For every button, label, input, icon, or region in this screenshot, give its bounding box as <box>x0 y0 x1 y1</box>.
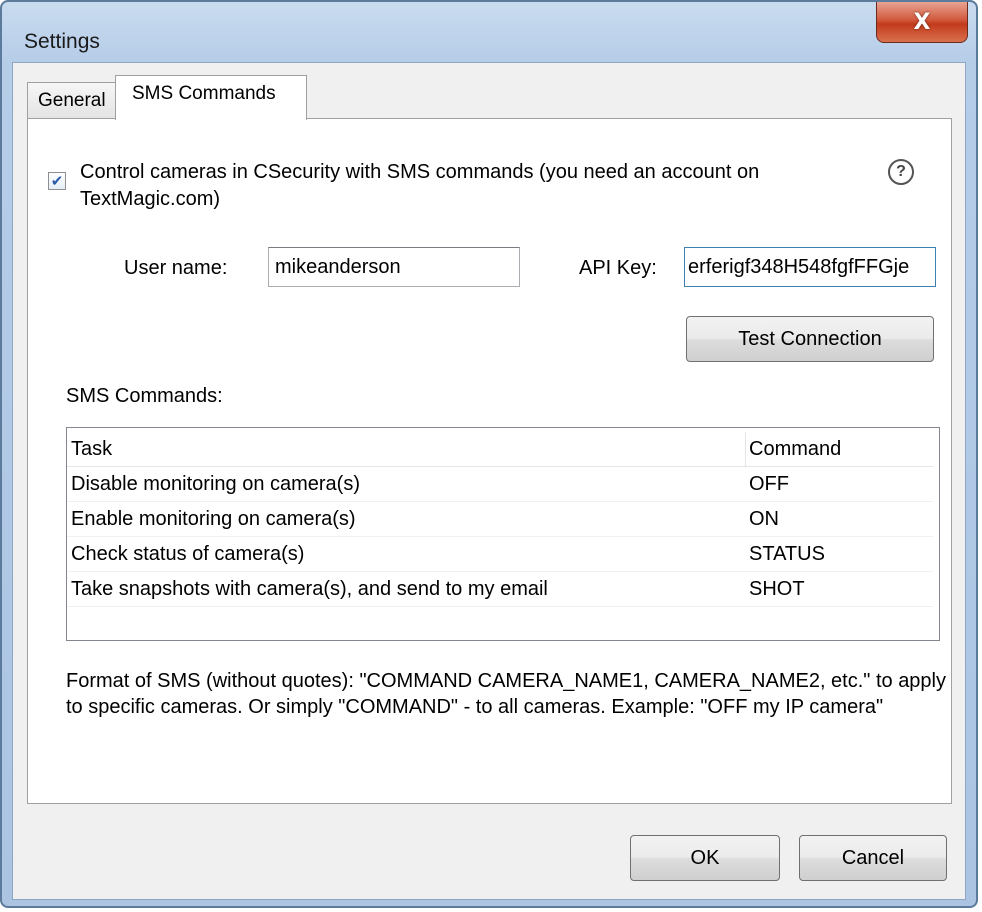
help-icon[interactable]: ? <box>888 159 914 185</box>
table-row[interactable]: Check status of camera(s) STATUS <box>67 537 933 572</box>
tab-general-label: General <box>38 89 106 111</box>
task-cell: Disable monitoring on camera(s) <box>71 473 361 495</box>
table-row[interactable]: Enable monitoring on camera(s) ON <box>67 502 933 537</box>
username-label: User name: <box>124 257 228 279</box>
tab-sms-commands-label: SMS Commands <box>132 83 276 104</box>
table-row[interactable]: Disable monitoring on camera(s) OFF <box>67 467 933 502</box>
ok-button[interactable]: OK <box>630 835 780 881</box>
window-title: Settings <box>24 30 100 53</box>
sms-commands-heading: SMS Commands: <box>66 385 223 407</box>
command-cell: OFF <box>749 473 789 495</box>
task-cell: Check status of camera(s) <box>71 543 305 565</box>
close-button[interactable]: X <box>876 2 968 43</box>
cancel-button[interactable]: Cancel <box>799 835 947 881</box>
column-header-command[interactable]: Command <box>749 438 841 461</box>
enable-sms-label: Control cameras in CSecurity with SMS co… <box>80 161 760 210</box>
title-bar[interactable]: Settings X <box>2 2 976 64</box>
command-cell: SHOT <box>749 578 805 600</box>
table-row[interactable]: Take snapshots with camera(s), and send … <box>67 572 933 607</box>
test-connection-label: Test Connection <box>738 327 882 350</box>
command-cell: STATUS <box>749 543 825 565</box>
table-header: Task Command <box>67 432 933 467</box>
username-field[interactable]: mikeanderson <box>268 247 520 287</box>
tab-sms-commands[interactable]: SMS Commands <box>115 75 307 120</box>
column-divider[interactable] <box>745 432 746 466</box>
settings-dialog: Settings X General SMS Commands ✔ Contro… <box>0 0 978 908</box>
close-icon: X <box>913 9 931 35</box>
test-connection-button[interactable]: Test Connection <box>686 316 934 362</box>
task-cell: Take snapshots with camera(s), and send … <box>71 578 548 600</box>
tab-general[interactable]: General <box>27 82 117 118</box>
ok-label: OK <box>690 846 720 869</box>
task-cell: Enable monitoring on camera(s) <box>71 508 356 530</box>
cancel-label: Cancel <box>841 846 905 869</box>
checkmark-icon: ✔ <box>50 173 64 190</box>
command-cell: ON <box>749 508 779 530</box>
sms-commands-table: Task Command Disable monitoring on camer… <box>66 427 940 641</box>
enable-sms-checkbox[interactable]: ✔ <box>48 172 66 190</box>
api-key-label: API Key: <box>579 257 657 279</box>
api-key-field[interactable]: erferigf348H548fgfFFGje <box>684 247 936 287</box>
sms-format-note: Format of SMS (without quotes): "COMMAND… <box>66 670 946 718</box>
column-header-task[interactable]: Task <box>71 438 112 461</box>
